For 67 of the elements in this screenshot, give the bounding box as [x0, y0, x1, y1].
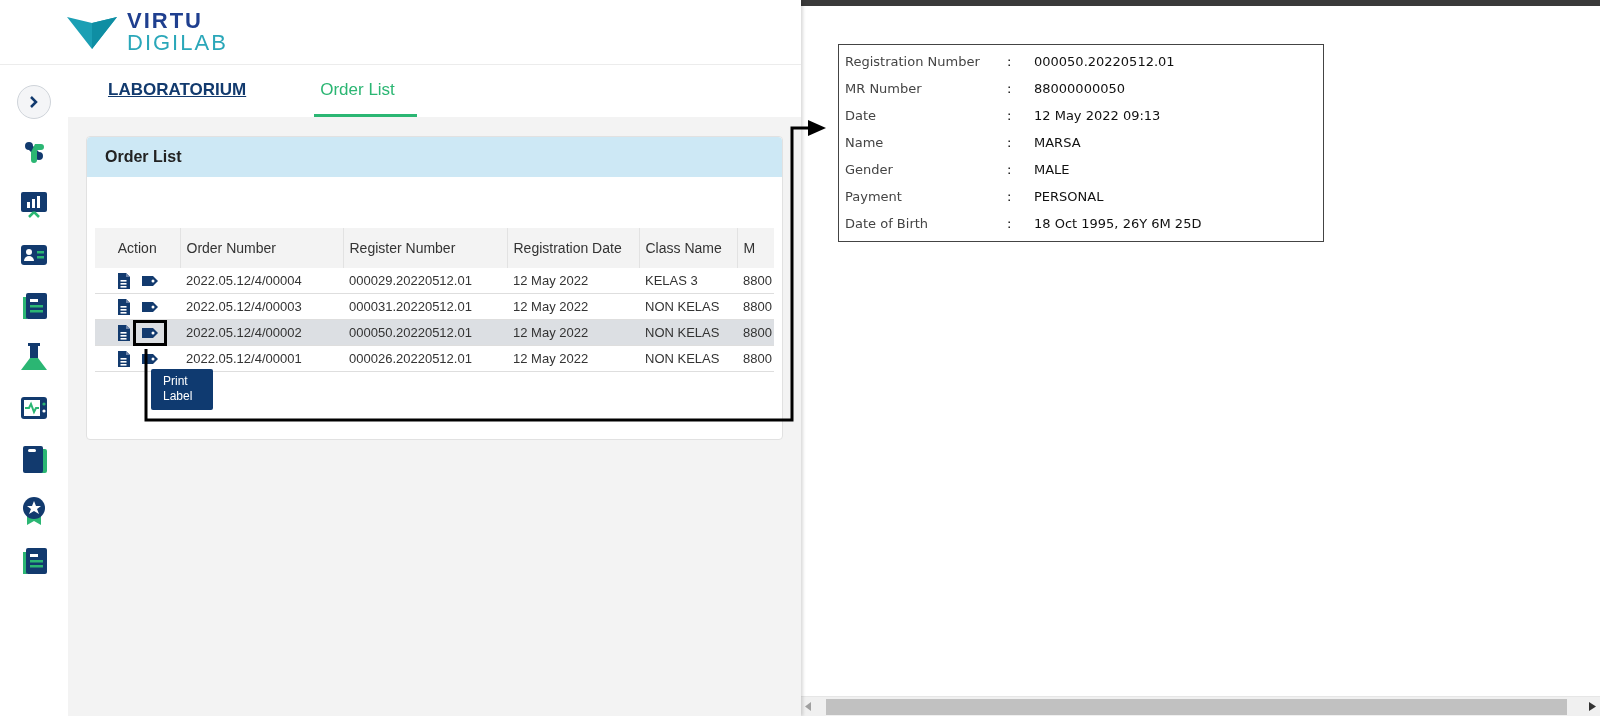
table-cell: 8800	[737, 345, 774, 372]
table-cell: KELAS 3	[639, 268, 737, 294]
column-header: Class Name	[639, 228, 737, 268]
separator: :	[1007, 189, 1013, 204]
chevron-right-icon	[29, 96, 39, 108]
tag-icon	[142, 274, 158, 287]
column-header: Registration Date	[507, 228, 639, 268]
tag-icon	[142, 326, 158, 339]
field-value: PERSONAL	[1034, 189, 1105, 204]
table-cell: 000050.20220512.01	[343, 319, 507, 346]
document-icon	[117, 324, 130, 341]
tab[interactable]: LABORATORIUM	[102, 65, 253, 117]
field-label: Payment	[845, 189, 903, 204]
tag-icon	[142, 352, 158, 365]
horizontal-scrollbar[interactable]	[801, 696, 1600, 716]
separator: :	[1007, 216, 1013, 231]
field-value: 12 May 2022 09:13	[1034, 108, 1162, 123]
flask-icon[interactable]	[19, 342, 49, 372]
tooltip: Print Label	[151, 369, 213, 410]
document-icon	[117, 350, 130, 367]
table-cell: NON KELAS	[639, 345, 737, 372]
table-cell: 12 May 2022	[507, 293, 639, 320]
table-cell: 12 May 2022	[507, 268, 639, 294]
field-label: Gender	[845, 162, 894, 177]
table-cell: 000026.20220512.01	[343, 345, 507, 372]
field-value: MALE	[1034, 162, 1071, 177]
field-value: 000050.20220512.01	[1034, 54, 1176, 69]
table-cell: 000029.20220512.01	[343, 268, 507, 294]
table-cell: 000031.20220512.01	[343, 293, 507, 320]
field-value: 18 Oct 1995, 26Y 6M 25D	[1034, 216, 1203, 231]
logo-icon	[67, 15, 117, 49]
print-label-button[interactable]	[133, 319, 167, 346]
separator: :	[1007, 81, 1013, 96]
card-title: Order List	[87, 137, 782, 177]
field-label: Registration Number	[845, 54, 981, 69]
field-value: MARSA	[1034, 135, 1082, 150]
separator: :	[1007, 108, 1013, 123]
chart-board-icon[interactable]	[19, 189, 49, 219]
table-cell: 8800	[737, 319, 774, 346]
field-label: Name	[845, 135, 885, 150]
column-header: Order Number	[180, 228, 343, 268]
table-cell: 12 May 2022	[507, 345, 639, 372]
logo-text: DIGILAB	[127, 32, 228, 54]
expand-button[interactable]	[17, 85, 51, 119]
document-icon	[117, 272, 130, 289]
table-cell: 2022.05.12/4/00004	[180, 268, 343, 294]
table-cell: 12 May 2022	[507, 319, 639, 346]
document-icon	[117, 298, 130, 315]
column-header: M	[737, 228, 774, 268]
field-value: 88000000050	[1034, 81, 1126, 96]
separator: :	[1007, 135, 1013, 150]
field-label: Date	[845, 108, 878, 123]
table-cell: 8800	[737, 268, 774, 294]
scroll-right-icon[interactable]	[1589, 702, 1596, 711]
separator: :	[1007, 162, 1013, 177]
separator: :	[1007, 54, 1013, 69]
logo-text: VIRTU	[127, 10, 204, 32]
field-label: MR Number	[845, 81, 923, 96]
table-cell: 2022.05.12/4/00002	[180, 319, 343, 346]
table-cell: 8800	[737, 293, 774, 320]
tag-icon	[142, 300, 158, 313]
table-cell: NON KELAS	[639, 293, 737, 320]
table-cell: NON KELAS	[639, 319, 737, 346]
column-header: Register Number	[343, 228, 507, 268]
table-cell: 2022.05.12/4/00003	[180, 293, 343, 320]
column-header: Action	[95, 228, 180, 268]
field-label: Date of Birth	[845, 216, 930, 231]
